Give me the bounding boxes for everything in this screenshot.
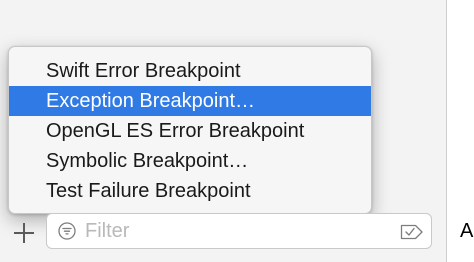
menu-item-swift-error-breakpoint[interactable]: Swift Error Breakpoint [9,56,371,86]
add-breakpoint-button[interactable] [11,220,37,246]
menu-item-test-failure-breakpoint[interactable]: Test Failure Breakpoint [9,176,371,206]
filter-field[interactable] [46,213,432,249]
filter-icon[interactable] [58,222,76,240]
menu-item-exception-breakpoint[interactable]: Exception Breakpoint… [9,86,371,116]
editor-edge-text: A [460,220,474,242]
menu-item-opengl-es-error-breakpoint[interactable]: OpenGL ES Error Breakpoint [9,116,371,146]
filter-input[interactable] [85,217,385,245]
menu-item-symbolic-breakpoint[interactable]: Symbolic Breakpoint… [9,146,371,176]
add-breakpoint-menu: Swift Error Breakpoint Exception Breakpo… [8,46,372,214]
tag-icon[interactable] [400,223,424,241]
